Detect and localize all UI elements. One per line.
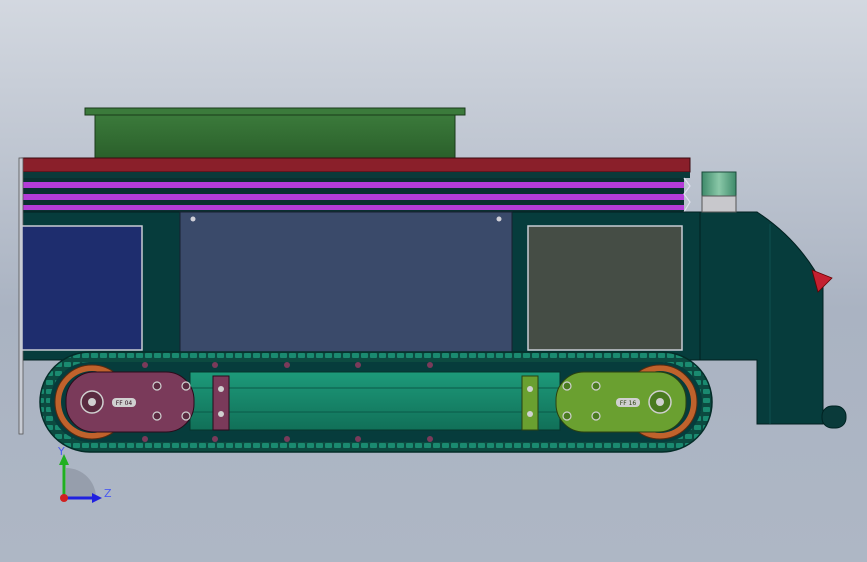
plate-left-label: FF 04 — [116, 400, 133, 407]
lid-strip — [21, 157, 691, 178]
screw-icon — [496, 216, 502, 222]
front-bumper — [821, 405, 847, 429]
plate-right-label: FF 16 — [620, 400, 637, 407]
top-box — [84, 107, 466, 160]
z-axis-label: Z — [104, 487, 112, 500]
right-panel — [527, 225, 683, 351]
triad-quadrant — [66, 468, 96, 498]
y-axis-label: Y — [57, 445, 65, 458]
magenta-stripes — [22, 177, 691, 213]
front-nose — [699, 211, 847, 429]
center-panel — [179, 211, 513, 353]
beacon-light — [701, 171, 737, 213]
orientation-triad[interactable]: Y Z — [57, 445, 112, 503]
left-panel — [21, 225, 143, 351]
cad-viewport[interactable]: FF 04 FF 16 Y Z — [0, 0, 867, 562]
screw-icon — [190, 216, 196, 222]
x-axis-icon — [60, 494, 68, 502]
